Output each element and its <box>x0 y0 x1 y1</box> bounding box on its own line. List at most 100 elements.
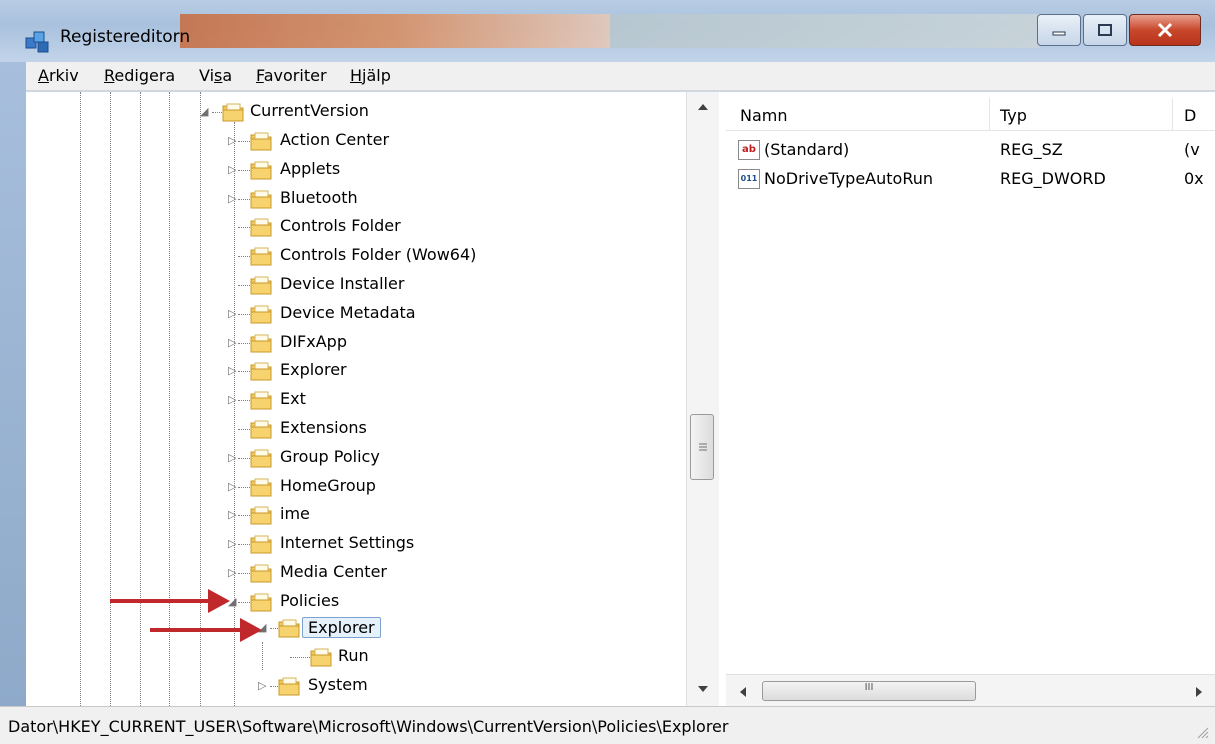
tree-node[interactable]: ▷ Ext <box>26 386 686 415</box>
tree-node[interactable]: ▷ Media Center <box>26 559 686 588</box>
menu-hjalp[interactable]: Hjälp <box>350 66 391 85</box>
value-name: (Standard) <box>764 140 850 159</box>
scrollbar-thumb[interactable] <box>690 414 714 480</box>
minimize-button[interactable] <box>1037 14 1081 46</box>
tree-node-label: Extensions <box>280 418 367 437</box>
tree-connector <box>238 141 250 142</box>
tree-node[interactable]: Controls Folder (Wow64) <box>26 242 686 271</box>
tree-node-policies-explorer[interactable]: ◢ Explorer <box>26 614 686 643</box>
resize-grip-icon[interactable] <box>1195 725 1209 739</box>
tree-connector <box>238 601 250 603</box>
tree-node[interactable]: ▷ Internet Settings <box>26 530 686 559</box>
tree-connector <box>290 657 310 658</box>
tree-node-label: Controls Folder <box>280 216 401 236</box>
column-name[interactable]: Namn <box>740 106 788 125</box>
expand-toggle-icon[interactable]: ▷ <box>228 163 236 176</box>
expand-toggle-icon[interactable]: ▷ <box>228 480 236 493</box>
value-data: 0x <box>1184 169 1204 188</box>
tree-node-label-selected: Explorer <box>302 617 381 638</box>
tree-connector <box>238 429 250 430</box>
tree-connector <box>238 256 250 258</box>
scroll-left-icon[interactable] <box>738 685 748 699</box>
tree-node-run[interactable]: Run <box>26 643 686 672</box>
column-data[interactable]: D <box>1184 106 1196 125</box>
tree-node[interactable]: ▷ Device Metadata <box>26 300 686 329</box>
folder-icon <box>250 449 272 468</box>
tree-node[interactable]: ▷ Explorer <box>26 357 686 386</box>
expand-toggle-icon[interactable]: ▷ <box>228 451 236 464</box>
column-divider[interactable] <box>989 98 990 130</box>
tree-connector <box>238 400 250 402</box>
value-row[interactable]: ab (Standard) REG_SZ (v <box>726 136 1215 164</box>
maximize-icon <box>1098 24 1112 36</box>
tree-node[interactable]: ▷ Bluetooth <box>26 185 686 214</box>
window-left-frame <box>0 62 26 706</box>
expand-toggle-icon[interactable]: ▷ <box>228 508 236 521</box>
value-row[interactable]: 011 NoDriveTypeAutoRun REG_DWORD 0x <box>726 165 1215 193</box>
tree-node-label: Explorer <box>280 360 347 380</box>
tree-node-label: Policies <box>280 590 340 610</box>
column-type[interactable]: Typ <box>1000 106 1027 125</box>
tree-connector <box>238 169 250 171</box>
tree-connector <box>238 313 250 315</box>
scroll-right-icon[interactable] <box>1194 685 1204 699</box>
tree-node-label: System <box>308 675 368 694</box>
expand-toggle-icon[interactable]: ▷ <box>228 566 236 579</box>
folder-icon <box>250 535 272 554</box>
tree-node[interactable]: ▷ Group Policy <box>26 444 686 473</box>
folder-icon <box>250 334 272 353</box>
binary-value-icon: 011 <box>738 169 760 189</box>
tree-node-system[interactable]: ▷ System <box>26 672 686 701</box>
folder-icon <box>250 161 272 180</box>
tree-node[interactable]: Controls Folder <box>26 213 686 242</box>
tree-node-currentversion[interactable]: ◢ CurrentVersion <box>26 98 686 127</box>
scroll-up-icon[interactable] <box>696 102 710 112</box>
tree-node-label: CurrentVersion <box>250 101 369 120</box>
tree-connector <box>238 486 250 488</box>
value-type: REG_DWORD <box>1000 169 1106 188</box>
expand-toggle-icon[interactable]: ▷ <box>228 134 236 147</box>
folder-icon <box>250 478 272 497</box>
tree-node[interactable]: ▷ DIFxApp <box>26 329 686 358</box>
tree-node[interactable]: ▷ Action Center <box>26 127 686 156</box>
close-icon <box>1157 22 1173 38</box>
column-divider[interactable] <box>1172 98 1173 130</box>
expand-toggle-icon[interactable]: ▷ <box>228 336 236 349</box>
values-horizontal-scrollbar[interactable]: III <box>726 674 1215 707</box>
folder-icon <box>310 648 332 667</box>
scrollbar-thumb[interactable]: III <box>762 681 976 701</box>
menu-visa[interactable]: Visa <box>199 66 232 85</box>
close-button[interactable] <box>1129 14 1201 46</box>
status-bar: Dator\HKEY_CURRENT_USER\Software\Microso… <box>0 706 1215 744</box>
folder-icon <box>250 218 272 237</box>
maximize-button[interactable] <box>1083 14 1127 46</box>
expand-toggle-icon[interactable]: ▷ <box>228 307 236 320</box>
tree-node[interactable]: Extensions <box>26 415 686 444</box>
expand-toggle-icon[interactable]: ▷ <box>228 393 236 406</box>
tree-node-label: Controls Folder (Wow64) <box>280 245 477 265</box>
tree-node-label: Device Metadata <box>280 302 416 322</box>
key-tree-pane: ◢ CurrentVersion ▷ Action Center ▷ Applets ▷… <box>26 92 719 706</box>
tree-node[interactable]: ▷ Applets <box>26 156 686 185</box>
tree-node-label: Action Center <box>280 130 390 149</box>
collapse-toggle-icon[interactable]: ◢ <box>200 105 208 118</box>
menu-arkiv[interactable]: Arkiv <box>38 66 79 85</box>
values-column-header: Namn Typ D <box>726 92 1215 131</box>
tree-node[interactable]: Device Installer <box>26 271 686 300</box>
tree-node[interactable]: ▷ HomeGroup <box>26 473 686 502</box>
annotation-arrow <box>110 599 210 603</box>
expand-toggle-icon[interactable]: ▷ <box>228 364 236 377</box>
tree-node[interactable]: ▷ ime <box>26 501 686 530</box>
expand-toggle-icon[interactable]: ▷ <box>228 537 236 550</box>
folder-icon <box>278 677 300 696</box>
expand-toggle-icon[interactable]: ▷ <box>228 192 236 205</box>
tree-connector <box>238 573 250 574</box>
menu-redigera[interactable]: Redigera <box>104 66 175 85</box>
menu-favoriter[interactable]: Favoriter <box>256 66 327 85</box>
title-bar[interactable]: Registereditorn <box>0 0 1215 62</box>
scroll-down-icon[interactable] <box>696 684 710 694</box>
expand-toggle-icon[interactable]: ▷ <box>258 679 266 692</box>
value-type: REG_SZ <box>1000 140 1063 159</box>
registry-editor-window: Registereditorn Arkiv Redigera Visa Favo… <box>0 0 1215 744</box>
tree-vertical-scrollbar[interactable] <box>686 92 719 706</box>
